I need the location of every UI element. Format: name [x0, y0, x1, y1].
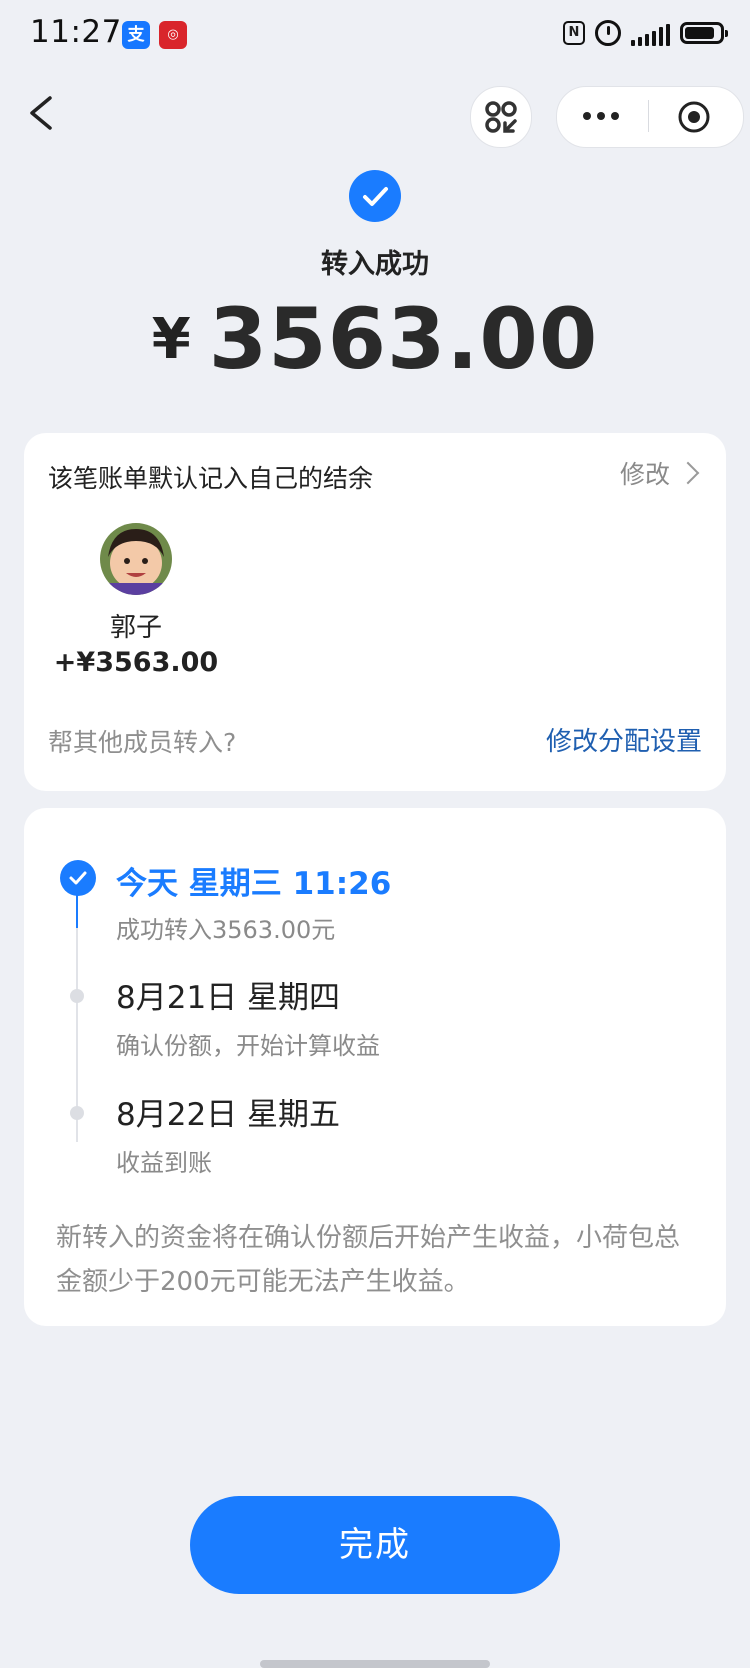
timeline-step-title: 8月21日 星期四 — [116, 980, 341, 1016]
alarm-icon — [595, 20, 621, 46]
member-amount: +¥3563.00 — [53, 647, 219, 678]
home-indicator[interactable] — [260, 1660, 490, 1668]
modify-label: 修改 — [619, 460, 670, 489]
timeline-step-subtitle: 成功转入3563.00元 — [116, 916, 336, 944]
currency-symbol: ¥ — [151, 306, 191, 372]
timeline-step-subtitle: 确认份额，开始计算收益 — [116, 1032, 380, 1060]
timeline-step-title: 8月22日 星期五 — [116, 1097, 341, 1133]
step-pending-dot-icon — [70, 989, 84, 1003]
step-done-check-icon — [60, 860, 96, 896]
allocation-card: 该笔账单默认记入自己的结余 修改 郭子 +¥3563.00 帮其他成员转入? 修… — [24, 433, 726, 791]
modify-button[interactable]: 修改 — [620, 455, 700, 491]
alipay-notification-icon: 支 — [122, 21, 150, 49]
earnings-note: 新转入的资金将在确认份额后开始产生收益，小荷包总金额少于200元可能无法产生收益… — [56, 1223, 681, 1297]
timeline-card: 今天 星期三 11:26 成功转入3563.00元 8月21日 星期四 确认份额… — [24, 808, 726, 1326]
close-miniprogram-icon[interactable] — [677, 100, 711, 134]
amount-value: 3563.00 — [208, 290, 599, 388]
bank-notification-icon: ◎ — [159, 21, 187, 49]
edit-allocation-link[interactable]: 修改分配设置 — [546, 721, 702, 758]
status-time: 11:27 — [30, 14, 122, 50]
timeline-step-subtitle: 收益到账 — [116, 1149, 212, 1177]
scan-button[interactable] — [470, 86, 532, 148]
timeline-step-title: 今天 星期三 11:26 — [116, 866, 392, 902]
signal-icon — [631, 20, 670, 46]
help-other-member-text: 帮其他成员转入? — [48, 728, 237, 757]
success-check-icon — [349, 170, 401, 222]
step-pending-dot-icon — [70, 1106, 84, 1120]
done-button[interactable]: 完成 — [190, 1496, 560, 1594]
back-arrow-icon[interactable] — [26, 96, 60, 130]
allocation-description: 该笔账单默认记入自己的结余 — [48, 464, 374, 493]
success-title: 转入成功 — [321, 249, 429, 280]
battery-icon — [680, 22, 728, 44]
nfc-icon: N — [563, 21, 585, 45]
capsule-divider — [648, 100, 649, 132]
member-name: 郭子 — [109, 613, 162, 643]
avatar — [100, 523, 172, 595]
transfer-amount: ¥3563.00 — [0, 290, 750, 388]
scan-icon — [485, 101, 517, 133]
more-icon[interactable] — [580, 106, 622, 126]
chevron-right-icon — [676, 461, 700, 485]
status-icons: N — [563, 20, 728, 46]
